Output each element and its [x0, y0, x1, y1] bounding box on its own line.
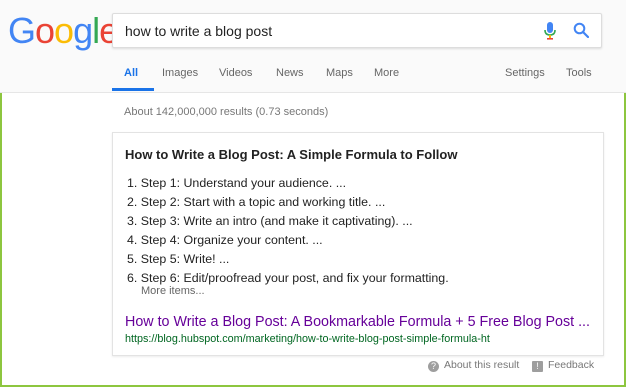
feedback-label: Feedback — [548, 359, 595, 371]
result-link[interactable]: How to Write a Blog Post: A Bookmarkable… — [125, 314, 590, 330]
list-item: 4. Step 4: Organize your content. ... — [127, 233, 323, 247]
logo-letter: G — [8, 10, 36, 51]
more-items-link[interactable]: More items... — [141, 285, 205, 297]
list-item: 2. Step 2: Start with a topic and workin… — [127, 195, 386, 209]
featured-snippet: How to Write a Blog Post: A Simple Formu… — [112, 132, 604, 356]
google-logo[interactable]: Google — [8, 10, 119, 51]
logo-letter: g — [73, 10, 93, 51]
tab-tools[interactable]: Tools — [566, 67, 592, 79]
list-item: 3. Step 3: Write an intro (and make it c… — [127, 214, 413, 228]
search-icon[interactable] — [573, 22, 589, 38]
about-label: About this result — [444, 359, 520, 371]
logo-letter: l — [92, 10, 100, 51]
results-count: About 142,000,000 results (0.73 seconds) — [124, 106, 329, 118]
tab-videos[interactable]: Videos — [219, 67, 252, 79]
tab-settings[interactable]: Settings — [505, 67, 545, 79]
tab-news[interactable]: News — [276, 67, 304, 79]
header: Google how to write a blog post All Imag… — [0, 0, 626, 93]
logo-letter: o — [54, 10, 74, 51]
tab-more[interactable]: More — [374, 67, 399, 79]
logo-letter: o — [35, 10, 55, 51]
about-this-result[interactable]: ? About this result — [428, 359, 519, 372]
search-box[interactable]: how to write a blog post — [112, 13, 602, 48]
result-url: https://blog.hubspot.com/marketing/how-t… — [125, 333, 490, 345]
active-tab-indicator — [112, 88, 154, 91]
tab-all[interactable]: All — [124, 67, 138, 79]
tab-images[interactable]: Images — [162, 67, 198, 79]
list-item: 1. Step 1: Understand your audience. ... — [127, 176, 347, 190]
list-item: 5. Step 5: Write! ... — [127, 252, 230, 266]
steps-list: 1. Step 1: Understand your audience. ...… — [127, 174, 449, 288]
snippet-title: How to Write a Blog Post: A Simple Formu… — [125, 147, 458, 162]
feedback-icon: ! — [532, 361, 543, 372]
tab-maps[interactable]: Maps — [326, 67, 353, 79]
help-icon: ? — [428, 361, 439, 372]
feedback-button[interactable]: ! Feedback — [532, 359, 594, 372]
microphone-icon[interactable] — [543, 22, 557, 40]
search-input[interactable]: how to write a blog post — [125, 23, 525, 39]
